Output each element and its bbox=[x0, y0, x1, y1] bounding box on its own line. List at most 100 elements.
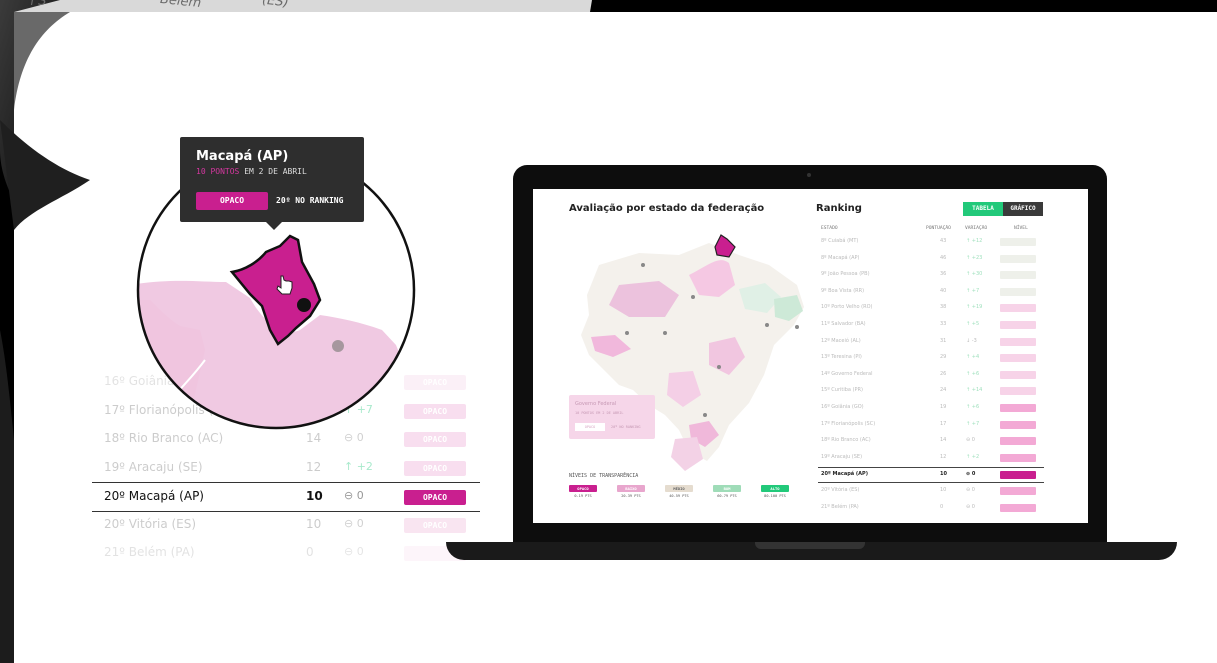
ranking-row-name: 20º Macapá (AP) bbox=[821, 471, 869, 478]
ranking-row[interactable]: 13º Teresina (PI) 29 ↑ +4 bbox=[818, 351, 1044, 365]
ranking-row-points: 43 bbox=[940, 238, 947, 244]
ranking-row-points: 38 bbox=[940, 304, 947, 311]
tooltip-points: 10 PONTOS bbox=[196, 167, 240, 176]
laptop-screen: Avaliação por estado da federação Rankin… bbox=[533, 189, 1088, 523]
ranking-row[interactable]: 16º Goiânia (GO) 19 ↑ +6 bbox=[818, 401, 1044, 415]
ranking-row-name: 21º Belém (PA) bbox=[821, 503, 859, 510]
ranking-row[interactable]: 19º Aracaju (SE) 12 ↑ +2 bbox=[818, 451, 1044, 465]
ranking-row-points: 33 bbox=[940, 321, 947, 327]
ranking-row-points: 10 bbox=[940, 471, 947, 478]
ranking-row-level-badge bbox=[1000, 387, 1036, 396]
ranking-row-name: 8º Cuiabá (MT) bbox=[821, 238, 859, 244]
tooltip-subtitle: 10 PONTOS EM 2 DE ABRIL bbox=[196, 167, 307, 176]
level-swatch: BOM bbox=[713, 485, 741, 492]
ranking-row-name: 8º Macapá (AP) bbox=[821, 254, 860, 261]
ranking-row-points: 0 bbox=[940, 503, 944, 510]
tooltip-state-name: Macapá (AP) bbox=[196, 149, 289, 164]
ranking-row-variation: ⊖ 0 bbox=[966, 503, 975, 510]
level-swatch: BAIXO bbox=[617, 485, 645, 492]
capital-marker-dot bbox=[717, 365, 721, 369]
webcam-dot bbox=[807, 173, 811, 177]
hover-box-badge: OPACO bbox=[575, 423, 605, 431]
ranking-row-level-badge bbox=[1000, 437, 1036, 446]
tab-grafico[interactable]: GRÁFICO bbox=[1003, 202, 1043, 216]
ranking-row[interactable]: 10º Porto Velho (RO) 38 ↑ +19 bbox=[818, 301, 1044, 315]
ranking-row-variation: ↓ -3 bbox=[966, 337, 977, 344]
ranking-row-variation: ⊖ 0 bbox=[966, 471, 976, 478]
capital-marker-dot bbox=[663, 331, 667, 335]
ranking-row-name: 13º Teresina (PI) bbox=[821, 354, 862, 361]
ranking-row[interactable]: 20º Vitória (ES) 10 ⊖ 0 bbox=[818, 484, 1044, 498]
map-hover-box: Governo Federal 10 PONTOS EM 2 DE ABRIL … bbox=[569, 395, 655, 439]
ranking-row-variation: ↑ +5 bbox=[966, 321, 980, 327]
ranking-row[interactable]: 17º Florianópolis (SC) 17 ↑ +7 bbox=[818, 418, 1044, 432]
level-swatch: OPACO bbox=[569, 485, 597, 492]
ranking-row[interactable]: 11º Salvador (BA) 33 ↑ +5 bbox=[818, 318, 1044, 332]
ranking-row-level-badge bbox=[1000, 287, 1036, 296]
level-range: 60-79 PTS bbox=[717, 494, 737, 498]
hover-box-title: Governo Federal bbox=[575, 401, 617, 407]
ranking-row-variation: ↑ +19 bbox=[966, 304, 983, 311]
ranking-row[interactable]: 9º Boa Vista (RR) 40 ↑ +7 bbox=[818, 285, 1044, 299]
ranking-row[interactable]: 14º Governo Federal 26 ↑ +6 bbox=[818, 368, 1044, 382]
col-header-nivel: NÍVEL bbox=[1014, 226, 1028, 231]
ranking-row-points: 14 bbox=[940, 437, 947, 444]
capital-marker-dot bbox=[765, 323, 769, 327]
level-swatch: MÉDIO bbox=[665, 485, 693, 492]
ranking-row[interactable]: 20º Macapá (AP) 10 ⊖ 0 bbox=[818, 467, 1044, 484]
ranking-row-name: 12º Maceió (AL) bbox=[821, 337, 861, 344]
level-range: 0-19 PTS bbox=[574, 494, 592, 498]
col-header-variacao: VARIAÇÃO bbox=[965, 226, 988, 231]
ranking-row-level-badge bbox=[1000, 503, 1036, 512]
ranking-row[interactable]: 8º Cuiabá (MT) 43 ↑ +12 bbox=[818, 235, 1044, 249]
map-region-rio-grande-sul bbox=[671, 437, 703, 471]
capital-marker-dot bbox=[795, 325, 799, 329]
ranking-row-name: 15º Curitiba (PR) bbox=[821, 387, 863, 394]
ranking-row-level-badge bbox=[1000, 304, 1036, 313]
ranking-row-variation: ↑ +6 bbox=[966, 370, 980, 377]
ranking-row-variation: ↑ +14 bbox=[966, 387, 983, 394]
ranking-row-name: 20º Vitória (ES) bbox=[821, 487, 860, 493]
ranking-row-points: 24 bbox=[940, 387, 947, 394]
ranking-row-variation: ⊖ 0 bbox=[966, 487, 975, 493]
ranking-row-points: 10 bbox=[940, 487, 947, 493]
ranking-row[interactable]: 8º Macapá (AP) 46 ↑ +23 bbox=[818, 252, 1044, 266]
capital-marker-dot bbox=[691, 295, 695, 299]
capital-marker-dot bbox=[297, 298, 311, 312]
tab-tabela[interactable]: TABELA bbox=[963, 202, 1003, 216]
tooltip-ranking: 20º NO RANKING bbox=[276, 196, 344, 205]
col-header-estado: ESTADO bbox=[821, 226, 838, 231]
ranking-row-name: 10º Porto Velho (RO) bbox=[821, 304, 873, 311]
level-range: 40-59 PTS bbox=[669, 494, 689, 498]
ranking-row-variation: ↑ +12 bbox=[966, 238, 983, 244]
map-tooltip: Macapá (AP) 10 PONTOS EM 2 DE ABRIL OPAC… bbox=[180, 137, 364, 230]
ranking-title: Ranking bbox=[816, 203, 862, 214]
capital-marker-dot bbox=[332, 340, 344, 352]
levels-title: NÍVEIS DE TRANSPARÊNCIA bbox=[569, 473, 639, 479]
ranking-row-points: 12 bbox=[940, 453, 947, 460]
ranking-row[interactable]: 15º Curitiba (PR) 24 ↑ +14 bbox=[818, 384, 1044, 398]
ranking-row-points: 46 bbox=[940, 254, 947, 261]
ranking-row-name: 9º Boa Vista (RR) bbox=[821, 287, 865, 294]
map-title: Avaliação por estado da federação bbox=[569, 203, 765, 214]
ranking-row-points: 19 bbox=[940, 404, 947, 410]
ranking-row-level-badge bbox=[1000, 370, 1036, 379]
capital-marker-dot bbox=[625, 331, 629, 335]
ranking-row-variation: ↑ +6 bbox=[966, 404, 980, 410]
ranking-row-points: 26 bbox=[940, 370, 947, 377]
ranking-row-variation: ↑ +7 bbox=[966, 287, 980, 294]
capital-marker-dot bbox=[703, 413, 707, 417]
laptop-notch bbox=[755, 542, 865, 549]
capital-marker-dot bbox=[641, 263, 645, 267]
ranking-row[interactable]: 9º João Pessoa (PB) 36 ↑ +30 bbox=[818, 268, 1044, 282]
ranking-row-points: 31 bbox=[940, 337, 947, 344]
ranking-row-level-badge bbox=[1000, 420, 1036, 429]
level-range: 20-39 PTS bbox=[621, 494, 641, 498]
level-range: 80-100 PTS bbox=[764, 494, 786, 498]
ranking-row[interactable]: 21º Belém (PA) 0 ⊖ 0 bbox=[818, 501, 1044, 515]
ranking-row-name: 14º Governo Federal bbox=[821, 370, 873, 377]
ranking-row[interactable]: 12º Maceió (AL) 31 ↓ -3 bbox=[818, 335, 1044, 349]
ranking-row[interactable]: 18º Rio Branco (AC) 14 ⊖ 0 bbox=[818, 434, 1044, 448]
ranking-row-variation: ↑ +7 bbox=[966, 420, 980, 427]
ranking-row-level-badge bbox=[1000, 354, 1036, 363]
